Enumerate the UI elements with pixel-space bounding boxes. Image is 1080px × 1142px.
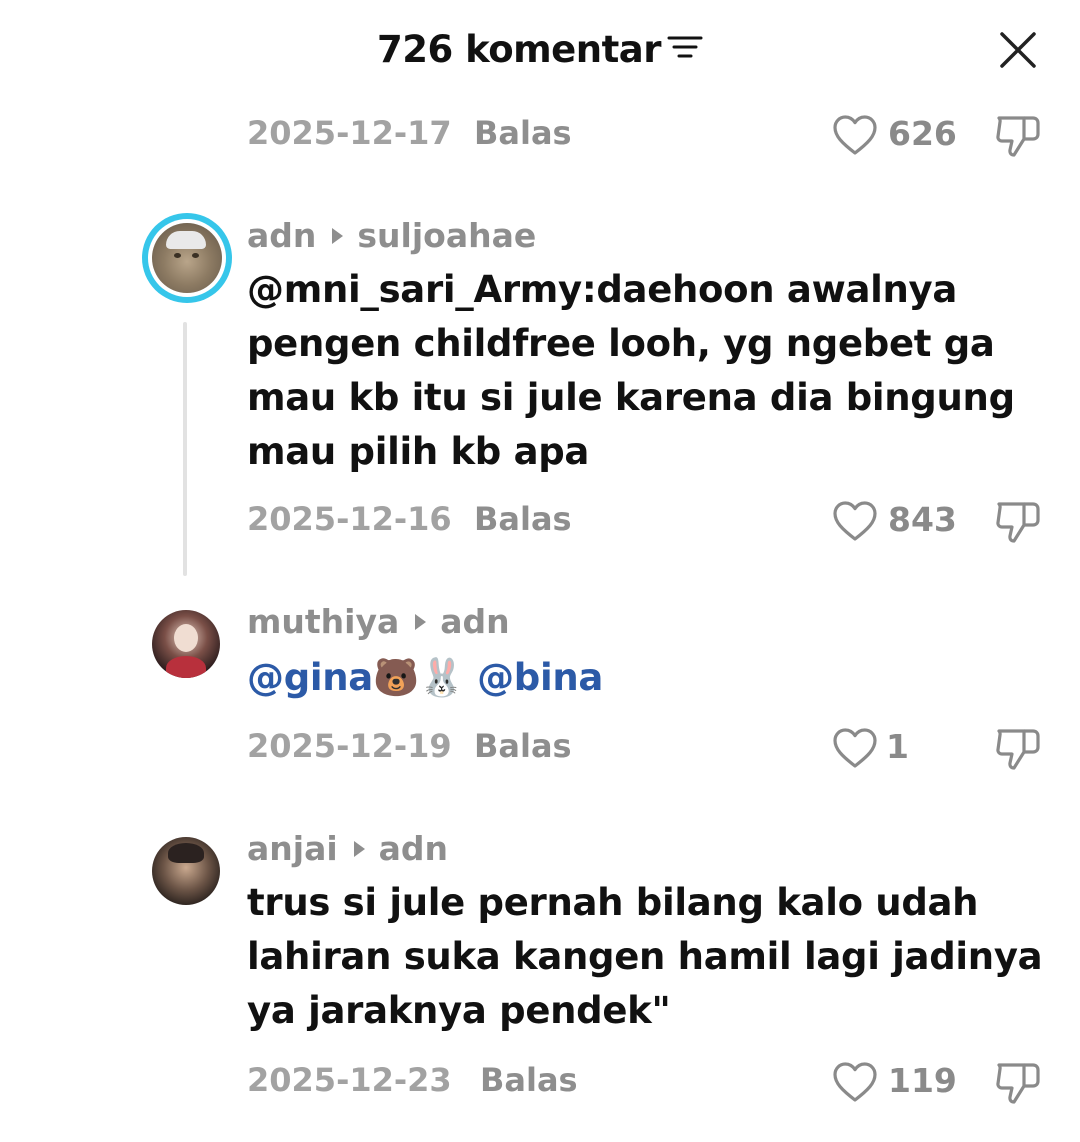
reply-arrow-icon (353, 841, 365, 857)
reply-to-user[interactable]: adn (379, 829, 448, 868)
comment-date: 2025-12-16 (247, 500, 452, 538)
close-x-icon[interactable] (998, 30, 1038, 70)
reply-button[interactable]: Balas (474, 500, 572, 538)
comment-author[interactable]: anjai (247, 829, 338, 868)
thumbs-down-outline-icon[interactable] (994, 498, 1042, 544)
avatar[interactable] (142, 213, 232, 303)
comment-author-line: adn suljoahae (247, 216, 536, 255)
reply-button[interactable]: Balas (474, 727, 572, 765)
comment-date: 2025-12-23 (247, 1061, 452, 1099)
mention-link[interactable]: @gina🐻🐰 (247, 656, 465, 699)
reply-to-user[interactable]: adn (440, 602, 509, 641)
reply-to-user[interactable]: suljoahae (357, 216, 536, 255)
comments-header: 726 komentar (0, 28, 1080, 71)
mention-link[interactable]: @bina (477, 656, 603, 699)
comment-author-line: anjai adn (247, 829, 448, 868)
like-count: 843 (888, 500, 957, 539)
comment-author[interactable]: adn (247, 216, 316, 255)
reply-arrow-icon (415, 614, 427, 630)
thumbs-down-outline-icon[interactable] (994, 112, 1042, 158)
comment-date: 2025-12-19 (247, 727, 452, 765)
filter-lines-icon[interactable] (667, 27, 703, 70)
like-count: 1 (886, 727, 909, 766)
like-count: 119 (888, 1061, 957, 1100)
thumbs-down-outline-icon[interactable] (994, 1059, 1042, 1105)
reply-button[interactable]: Balas (474, 114, 572, 152)
heart-outline-icon[interactable] (832, 727, 878, 769)
like-count: 626 (888, 114, 957, 153)
comment-text: @gina🐻🐰 @bina (247, 651, 1047, 705)
reply-button[interactable]: Balas (480, 1061, 578, 1099)
heart-outline-icon[interactable] (832, 114, 878, 156)
comments-sheet: 726 komentar 2025-12-17 Balas 626 adn su… (0, 0, 1080, 1142)
heart-outline-icon[interactable] (832, 500, 878, 542)
heart-outline-icon[interactable] (832, 1061, 878, 1103)
thread-line (183, 322, 187, 576)
avatar[interactable] (152, 837, 220, 905)
comment-text: @mni_sari_Army:daehoon awalnya pengen ch… (247, 268, 1015, 473)
comment-date: 2025-12-17 (247, 114, 452, 152)
avatar[interactable] (152, 610, 220, 678)
comment-text: trus si jule pernah bilang kalo udah lah… (247, 881, 1043, 1032)
comment-author-line: muthiya adn (247, 602, 510, 641)
thumbs-down-outline-icon[interactable] (994, 725, 1042, 771)
comment-author[interactable]: muthiya (247, 602, 399, 641)
reply-arrow-icon (332, 228, 344, 244)
comment-count: 726 komentar (376, 28, 662, 71)
